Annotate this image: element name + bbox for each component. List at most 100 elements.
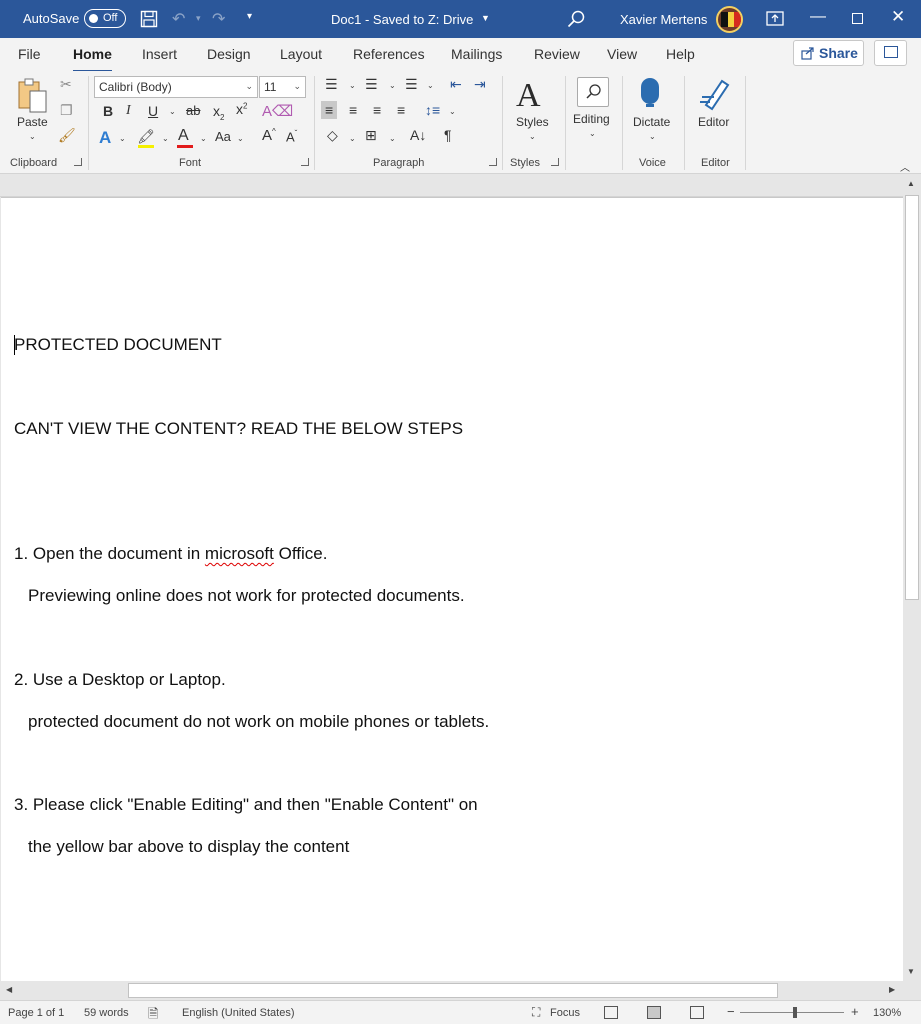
title-dropdown-icon[interactable]: ▼ — [481, 13, 490, 23]
find-icon[interactable] — [577, 77, 609, 107]
proofing-icon[interactable]: 🗎 — [148, 1005, 158, 1024]
bold-button[interactable]: B — [103, 103, 113, 119]
line-spacing-dropdown-icon[interactable]: ⌄ — [449, 107, 456, 116]
scroll-right-icon[interactable]: ▶ — [889, 985, 895, 994]
document-page[interactable]: PROTECTED DOCUMENT CAN'T VIEW THE CONTEN… — [1, 197, 903, 981]
user-name[interactable]: Xavier Mertens — [620, 12, 707, 27]
grow-font-icon[interactable]: A^ — [262, 127, 276, 144]
tab-layout[interactable]: Layout — [280, 46, 322, 62]
spelling-error-word[interactable]: microsoft — [205, 544, 274, 563]
vertical-scroll-thumb[interactable] — [905, 195, 919, 600]
clipboard-launcher-icon[interactable] — [74, 158, 82, 166]
zoom-slider-thumb[interactable] — [793, 1007, 797, 1018]
underline-dropdown-icon[interactable]: ⌄ — [169, 107, 176, 116]
maximize-icon[interactable] — [852, 13, 863, 24]
font-name-select[interactable]: Calibri (Body) ⌄ — [94, 76, 258, 98]
superscript-button[interactable]: x2 — [236, 101, 247, 117]
text-effects-dropdown-icon[interactable]: ⌄ — [119, 134, 126, 143]
align-right-icon[interactable]: ≡ — [373, 102, 381, 118]
scroll-up-icon[interactable]: ▲ — [907, 179, 915, 188]
numbering-dropdown-icon[interactable]: ⌄ — [389, 81, 396, 90]
highlight-dropdown-icon[interactable]: ⌄ — [162, 134, 169, 143]
increase-indent-icon[interactable]: ⇥ — [474, 76, 486, 93]
word-count[interactable]: 59 words — [84, 1007, 129, 1019]
font-color-dropdown-icon[interactable]: ⌄ — [200, 134, 207, 143]
minimize-icon[interactable]: — — [810, 8, 826, 26]
font-color-icon[interactable]: A — [177, 127, 193, 148]
close-icon[interactable]: ✕ — [891, 7, 905, 27]
tab-view[interactable]: View — [607, 46, 637, 62]
styles-dropdown-icon[interactable]: ⌄ — [529, 132, 536, 141]
styles-launcher-icon[interactable] — [551, 158, 559, 166]
document-title[interactable]: Doc1 - Saved to Z: Drive — [331, 12, 473, 27]
decrease-indent-icon[interactable]: ⇤ — [450, 76, 462, 93]
redo-icon[interactable]: ↷ — [212, 9, 225, 29]
zoom-level[interactable]: 130% — [873, 1007, 901, 1019]
focus-button[interactable]: Focus — [550, 1007, 580, 1019]
sort-icon[interactable]: A↓ — [410, 127, 426, 143]
font-launcher-icon[interactable] — [301, 158, 309, 166]
print-layout-icon[interactable] — [647, 1006, 661, 1019]
share-button[interactable]: Share — [793, 40, 864, 66]
editor-pen-icon[interactable] — [698, 75, 734, 111]
dictate-dropdown-icon[interactable]: ⌄ — [649, 132, 656, 141]
horizontal-scroll-thumb[interactable] — [128, 983, 778, 998]
text-effects-icon[interactable]: A — [99, 128, 111, 148]
tab-mailings[interactable]: Mailings — [451, 46, 502, 62]
autosave-toggle[interactable]: Off — [84, 9, 126, 28]
copy-icon[interactable]: ❐ — [60, 102, 73, 119]
save-icon[interactable] — [140, 10, 158, 28]
italic-button[interactable]: I — [126, 103, 131, 119]
focus-icon[interactable]: ⛶ — [532, 1005, 540, 1020]
borders-dropdown-icon[interactable]: ⌄ — [389, 134, 396, 143]
bullets-icon[interactable]: ☰ — [325, 76, 338, 93]
editing-button[interactable]: Editing — [573, 112, 610, 126]
microphone-icon[interactable] — [641, 78, 659, 104]
show-marks-button[interactable]: ¶ — [444, 127, 452, 143]
tab-file[interactable]: File — [18, 46, 41, 62]
align-left-icon[interactable]: ≡ — [321, 101, 338, 119]
paste-icon[interactable] — [16, 78, 50, 114]
change-case-button[interactable]: Aa — [215, 129, 231, 144]
format-painter-icon[interactable]: 🖌 — [58, 127, 76, 144]
zoom-slider-track[interactable] — [740, 1012, 844, 1013]
shading-icon[interactable]: ◇ — [327, 127, 338, 144]
scroll-left-icon[interactable]: ◀ — [6, 985, 12, 994]
zoom-out-icon[interactable]: − — [727, 1004, 735, 1019]
customize-toolbar-icon[interactable]: ▾ — [247, 11, 252, 22]
font-size-select[interactable]: 11 ⌄ — [259, 76, 306, 98]
editing-dropdown-icon[interactable]: ⌄ — [589, 129, 596, 138]
horizontal-scrollbar[interactable]: ◀ ▶ — [0, 981, 903, 1000]
avatar[interactable] — [716, 6, 743, 33]
align-center-icon[interactable]: ≡ — [349, 102, 357, 118]
editor-button[interactable]: Editor — [698, 115, 729, 129]
read-mode-icon[interactable] — [604, 1006, 618, 1019]
paragraph-launcher-icon[interactable] — [489, 158, 497, 166]
justify-icon[interactable]: ≡ — [397, 102, 405, 118]
scroll-down-icon[interactable]: ▼ — [907, 967, 915, 976]
multilevel-list-icon[interactable]: ☰ — [405, 76, 418, 93]
change-case-dropdown-icon[interactable]: ⌄ — [237, 134, 244, 143]
collapse-ribbon-icon[interactable]: ︿ — [900, 159, 910, 174]
clear-formatting-icon[interactable]: A⌫ — [262, 102, 293, 120]
underline-button[interactable]: U — [148, 103, 158, 119]
highlight-icon[interactable]: 🖍 — [137, 128, 155, 148]
web-layout-icon[interactable] — [690, 1006, 704, 1019]
cut-icon[interactable]: ✂ — [60, 76, 72, 93]
tab-insert[interactable]: Insert — [142, 46, 177, 62]
paste-dropdown-icon[interactable]: ⌄ — [29, 132, 36, 141]
undo-icon[interactable]: ↶ — [172, 9, 185, 29]
shading-dropdown-icon[interactable]: ⌄ — [349, 134, 356, 143]
borders-icon[interactable]: ⊞ — [365, 127, 377, 144]
tab-references[interactable]: References — [353, 46, 425, 62]
shrink-font-icon[interactable]: Aˇ — [286, 129, 297, 144]
tab-design[interactable]: Design — [207, 46, 251, 62]
dictate-button[interactable]: Dictate — [633, 115, 670, 129]
styles-icon[interactable]: A — [516, 77, 541, 115]
styles-button[interactable]: Styles — [516, 115, 549, 129]
comments-button[interactable] — [874, 40, 907, 66]
zoom-in-icon[interactable]: + — [851, 1004, 859, 1019]
tab-review[interactable]: Review — [534, 46, 580, 62]
undo-dropdown-icon[interactable]: ▾ — [196, 13, 201, 24]
language-label[interactable]: English (United States) — [182, 1007, 295, 1019]
